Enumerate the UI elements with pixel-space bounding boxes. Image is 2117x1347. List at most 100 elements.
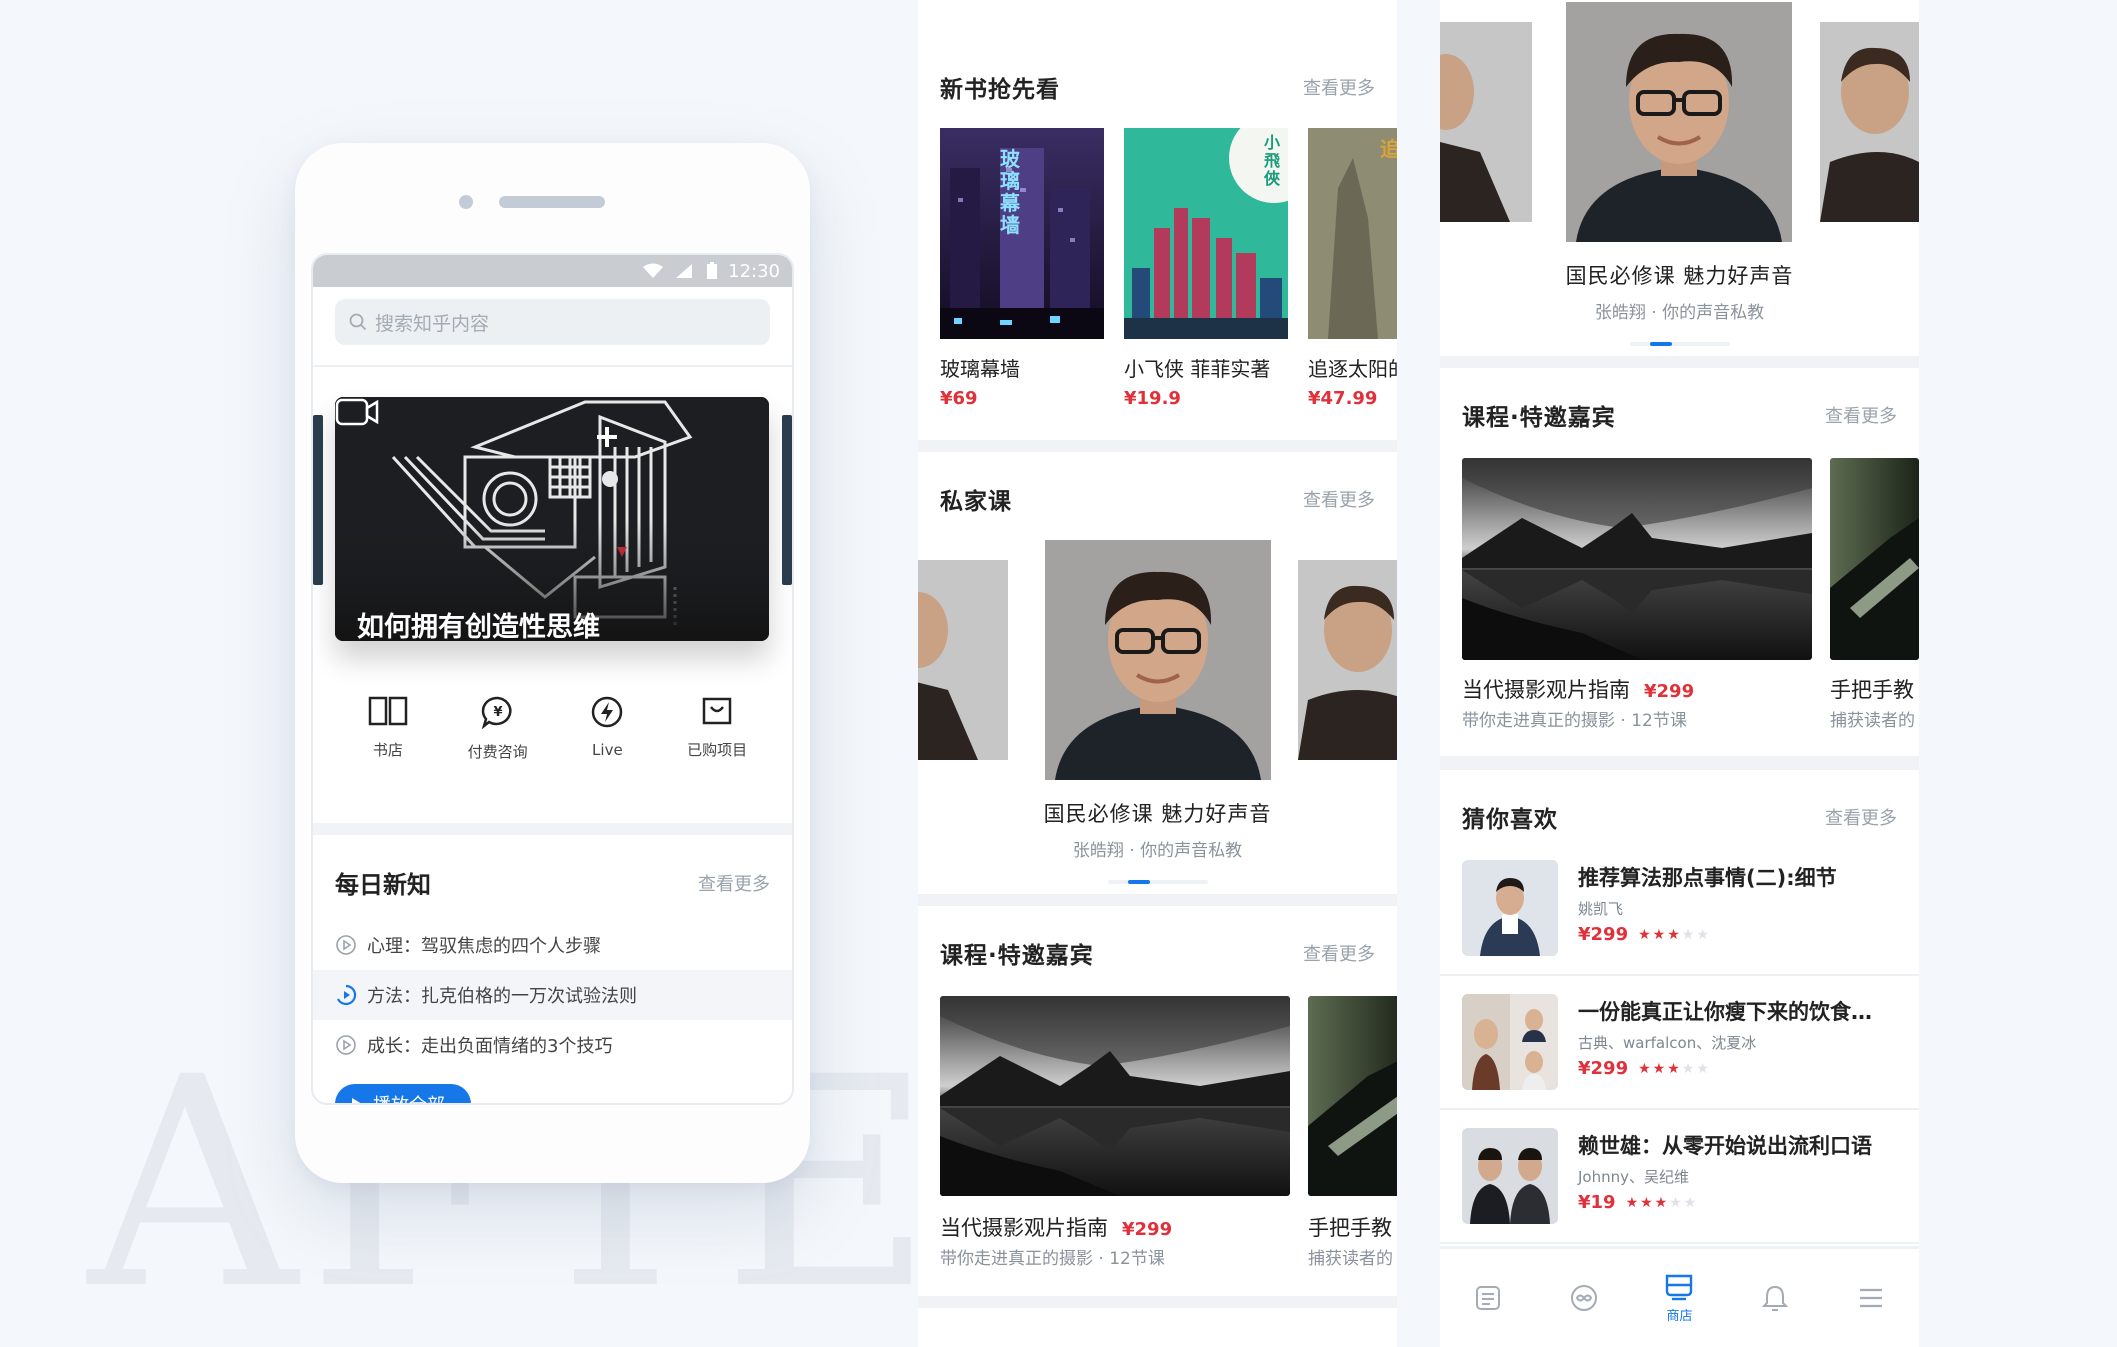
- svg-text:幕: 幕: [999, 191, 1021, 215]
- infinity-icon: [1570, 1285, 1597, 1311]
- course-image[interactable]: [1462, 458, 1812, 660]
- course-name: 手把手教: [1308, 1216, 1392, 1240]
- quick-link-label: 已购项目: [687, 741, 748, 759]
- quick-link-purchased[interactable]: 已购项目: [667, 695, 767, 823]
- book-cover: 小 飛 俠: [1124, 128, 1288, 339]
- quick-link-label: 付费咨询: [467, 743, 528, 761]
- guest-courses-header: 课程·特邀嘉宾 查看更多: [1462, 398, 1897, 432]
- course-image[interactable]: [940, 996, 1290, 1196]
- portrait-next[interactable]: [1820, 22, 1919, 222]
- rating-stars: ★★★★★: [1625, 1194, 1699, 1211]
- svg-text:小: 小: [1264, 133, 1280, 152]
- portrait-prev[interactable]: [1440, 22, 1532, 222]
- course-title-line: 当代摄影观片指南 ¥299: [940, 1212, 1172, 1242]
- guess-item-meta: ¥19 ★★★★★: [1578, 1192, 1698, 1213]
- new-books-more-link[interactable]: 查看更多: [1303, 74, 1375, 100]
- book-card[interactable]: 小 飛 俠 小飞侠 菲菲实著 ¥19.9: [1124, 128, 1288, 409]
- guest-courses-more-link[interactable]: 查看更多: [1825, 402, 1897, 428]
- course-name: 当代摄影观片指南: [940, 1216, 1108, 1240]
- next-section-peek: [918, 1308, 1397, 1347]
- tab-notifications[interactable]: [1740, 1284, 1810, 1312]
- play-all-label: 播放全部: [373, 1091, 445, 1103]
- guess-item[interactable]: 推荐算法那点事情(二):细节 姚凯飞 ¥299 ★★★★★: [1440, 842, 1919, 976]
- guest-courses-more-link[interactable]: 查看更多: [1303, 940, 1375, 966]
- daily-item[interactable]: 心理：驾驭焦虑的四个人步骤: [313, 920, 792, 970]
- private-course-subtitle: 张皓翔 · 你的声音私教: [1072, 841, 1243, 861]
- wifi-icon: [643, 263, 664, 278]
- play-all-button[interactable]: 播放全部: [335, 1084, 471, 1103]
- book-name: 追逐太阳的: [1308, 357, 1397, 381]
- course-subtitle: 带你走进真正的摄影 · 12节课: [1462, 711, 1687, 731]
- search-icon: [349, 313, 367, 331]
- store-screen-right[interactable]: 国民必修课 魅力好声音 张皓翔 · 你的声音私教 课程·特邀嘉宾 查看更多 当代…: [1440, 0, 1919, 1347]
- phone-mockup: 12:30 搜索知乎内容 如何拥有创造性思维 书店 ¥ 付费咨询 Live 已购…: [295, 143, 810, 1183]
- tab-feed[interactable]: [1453, 1284, 1523, 1312]
- private-course-header: 私家课 查看更多: [940, 482, 1375, 516]
- guest-courses-section: 课程·特邀嘉宾 查看更多 当代摄影观片指南 ¥299 带你走进真正的摄影 · 1…: [1440, 368, 1919, 756]
- course-title-line: 当代摄影观片指南 ¥299: [1462, 674, 1694, 704]
- course-title-line: 手把手教: [1830, 674, 1914, 704]
- private-course-carousel: 国民必修课 魅力好声音 张皓翔 · 你的声音私教: [1440, 0, 1919, 356]
- portrait-next[interactable]: [1298, 560, 1397, 760]
- guess-item-author: 姚凯飞: [1578, 900, 1624, 918]
- book-price: ¥47.99: [1308, 388, 1378, 409]
- private-course-name: 国民必修课 魅力好声音: [1565, 264, 1794, 288]
- private-course-more-link[interactable]: 查看更多: [1303, 486, 1375, 512]
- course-image[interactable]: [1830, 458, 1919, 660]
- tab-store[interactable]: 商店: [1644, 1273, 1714, 1324]
- guess-item[interactable]: 一份能真正让你瘦下来的饮食… 古典、warfalcon、沈夏冰 ¥299 ★★★…: [1440, 976, 1919, 1110]
- guess-thumbnail: [1462, 860, 1558, 956]
- portrait-main[interactable]: [1566, 2, 1792, 242]
- guest-courses-header: 课程·特邀嘉宾 查看更多: [940, 936, 1375, 970]
- playing-circle-icon: [337, 984, 357, 1006]
- guess-item-author: 古典、warfalcon、沈夏冰: [1578, 1034, 1757, 1052]
- book-name: 玻璃幕墙: [940, 357, 1020, 381]
- banner-title: 如何拥有创造性思维: [357, 612, 600, 641]
- guest-courses-section: 课程·特邀嘉宾 查看更多 当代摄影观片指南 ¥299 带你走进真正的摄影 · 1…: [918, 906, 1397, 1296]
- guess-item-price: ¥19: [1578, 1192, 1616, 1213]
- guess-header: 猜你喜欢 查看更多: [1462, 800, 1897, 834]
- daily-item[interactable]: 成长：走出负面情绪的3个技巧: [313, 1020, 792, 1070]
- new-books-header: 新书抢先看 查看更多: [940, 70, 1375, 104]
- book-card[interactable]: 追 追逐太阳的 ¥47.99: [1308, 128, 1397, 409]
- course-image[interactable]: [1308, 996, 1397, 1196]
- banner-card[interactable]: 如何拥有创造性思维: [335, 397, 769, 641]
- carousel-indicator: [1107, 880, 1208, 884]
- bell-icon: [1762, 1285, 1789, 1311]
- quick-link-label: 书店: [372, 741, 403, 759]
- daily-item-text: 心理：驾驭焦虑的四个人步骤: [367, 936, 601, 957]
- search-area: 搜索知乎内容: [313, 287, 792, 367]
- search-input[interactable]: 搜索知乎内容: [335, 299, 770, 345]
- private-course-title: 私家课: [940, 489, 1012, 515]
- book-card[interactable]: 玻 璃 幕 墙 玻璃幕墙 ¥69: [940, 128, 1104, 409]
- tab-discover[interactable]: [1549, 1284, 1619, 1312]
- quick-link-bookstore[interactable]: 书店: [338, 695, 438, 823]
- banner-carousel[interactable]: 如何拥有创造性思维: [313, 367, 792, 667]
- guest-courses-title: 课程·特邀嘉宾: [1462, 405, 1616, 431]
- quick-link-paid-consult[interactable]: ¥ 付费咨询: [448, 695, 548, 823]
- course-name: 当代摄影观片指南: [1462, 678, 1630, 702]
- daily-item-text: 方法：扎克伯格的一万次试验法则: [367, 986, 637, 1007]
- guess-more-link[interactable]: 查看更多: [1825, 804, 1897, 830]
- chat-yen-icon: ¥: [481, 696, 512, 729]
- phone-screen: 12:30 搜索知乎内容 如何拥有创造性思维 书店 ¥ 付费咨询 Live 已购…: [311, 253, 794, 1105]
- daily-item-text: 成长：走出负面情绪的3个技巧: [367, 1036, 613, 1057]
- daily-more-link[interactable]: 查看更多: [698, 870, 770, 896]
- quick-links: 书店 ¥ 付费咨询 Live 已购项目: [313, 667, 792, 823]
- section-divider: [313, 823, 792, 835]
- phone-camera: [459, 195, 473, 209]
- daily-item-playing[interactable]: 方法：扎克伯格的一万次试验法则: [313, 970, 792, 1020]
- rating-stars: ★★★★★: [1638, 926, 1711, 943]
- svg-text:¥: ¥: [493, 705, 502, 720]
- portrait-prev[interactable]: [918, 560, 1008, 760]
- guess-title: 猜你喜欢: [1462, 807, 1558, 833]
- guess-item-meta: ¥299 ★★★★★: [1578, 1058, 1711, 1079]
- quick-link-live[interactable]: Live: [557, 695, 657, 823]
- guess-item[interactable]: 赖世雄：从零开始说出流利口语 Johnny、吴纪维 ¥19 ★★★★★: [1440, 1110, 1919, 1244]
- store-screen-middle[interactable]: 新书抢先看 查看更多 玻 璃 幕 墙 玻璃幕墙 ¥69 小 飛 俠 小飞侠 菲菲…: [918, 0, 1397, 1347]
- private-course-subtitle: 张皓翔 · 你的声音私教: [1594, 303, 1765, 323]
- tab-more[interactable]: [1836, 1286, 1906, 1310]
- portrait-main[interactable]: [1045, 540, 1271, 780]
- phone-speaker: [499, 196, 605, 208]
- book-cover: 追: [1308, 128, 1397, 339]
